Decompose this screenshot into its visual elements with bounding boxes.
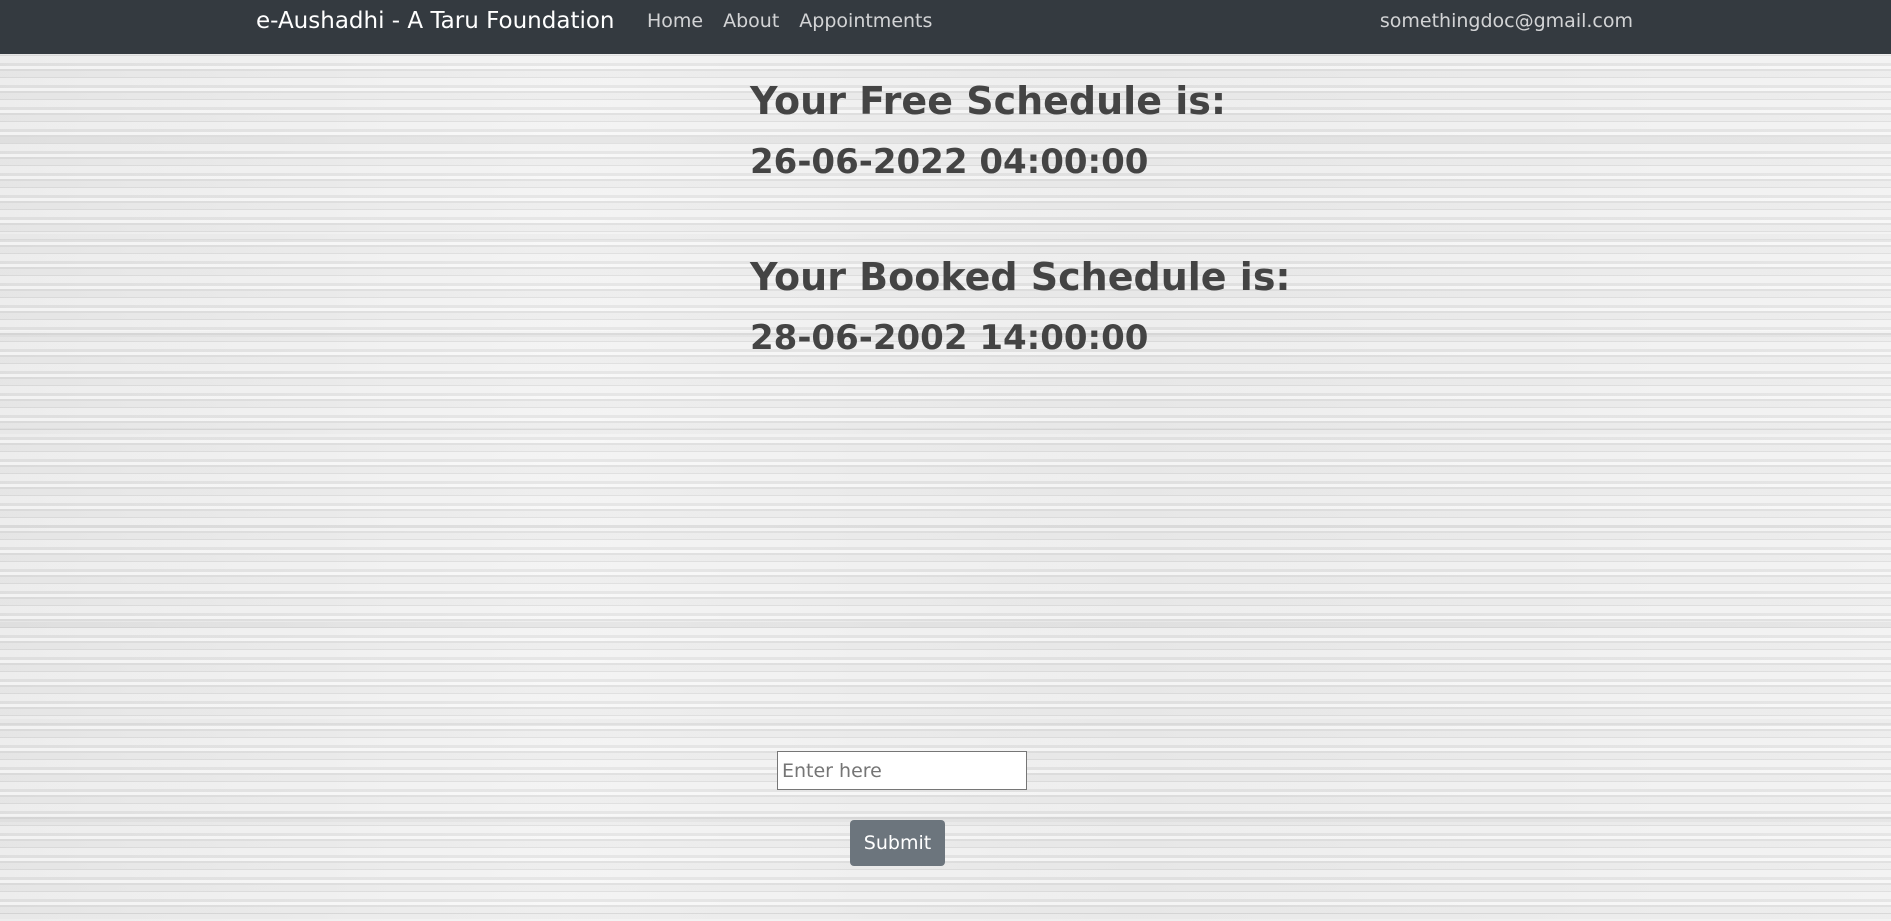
top-navbar: e-Aushadhi - A Taru Foundation Home Abou… <box>0 0 1891 54</box>
brand-link[interactable]: e-Aushadhi - A Taru Foundation <box>256 6 615 36</box>
user-email: somethingdoc@gmail.com <box>1379 10 1633 32</box>
submit-button[interactable]: Submit <box>850 820 945 866</box>
schedule-section: Your Free Schedule is: 26-06-2022 04:00:… <box>750 76 1350 360</box>
booked-schedule-heading: Your Booked Schedule is: <box>750 255 1291 299</box>
nav-links: Home About Appointments <box>647 9 932 33</box>
nav-about-link[interactable]: About <box>723 9 779 33</box>
booked-schedule-value: 28-06-2002 14:00:00 <box>750 318 1149 358</box>
nav-appointments-link[interactable]: Appointments <box>799 9 932 33</box>
schedule-input[interactable] <box>777 751 1027 790</box>
nav-home-link[interactable]: Home <box>647 9 703 33</box>
schedule-form: Submit <box>777 751 1027 866</box>
free-schedule-heading: Your Free Schedule is: <box>750 79 1227 123</box>
free-schedule-value: 26-06-2022 04:00:00 <box>750 142 1149 182</box>
